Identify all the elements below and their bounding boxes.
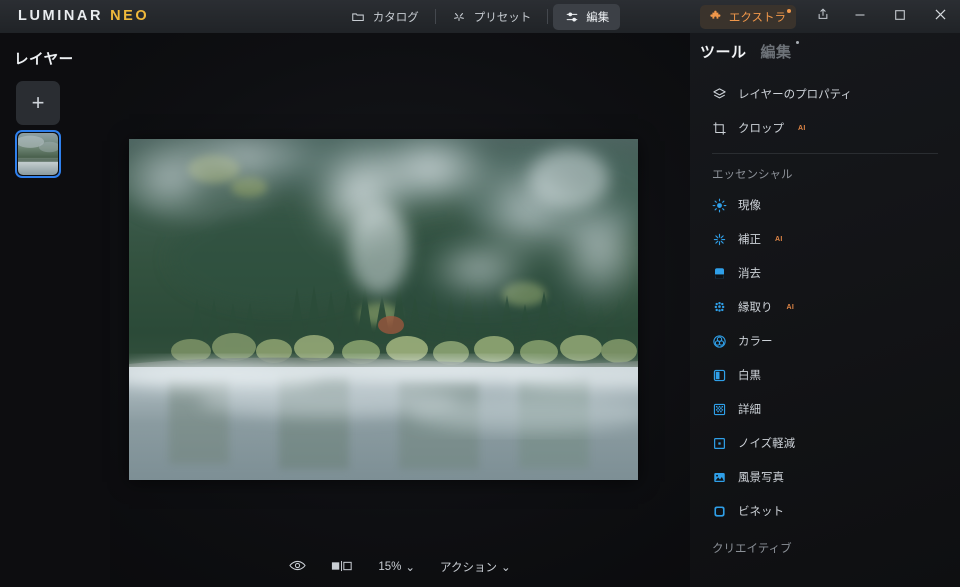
tool-enhance-ai-badge: AI <box>775 235 783 243</box>
extras-badge-dot <box>787 8 791 13</box>
tool-crop-label: クロップ <box>738 123 784 135</box>
sliders-icon <box>564 9 579 24</box>
preview-toggle-button[interactable] <box>289 559 307 575</box>
tool-crop[interactable]: クロップ AI <box>690 111 960 145</box>
nav-divider-2 <box>547 9 549 24</box>
tool-vignette[interactable]: ビネット <box>690 494 960 528</box>
dots-grid-icon <box>712 300 727 315</box>
tool-edge-framing[interactable]: 縁取り AI <box>690 290 960 324</box>
share-button[interactable] <box>806 0 840 33</box>
enhance-sparkle-icon <box>712 232 727 247</box>
layers-panel-title: レイヤー <box>14 52 74 68</box>
compare-view-button[interactable] <box>331 560 353 575</box>
tool-edge-framing-label: 縁取り <box>738 302 773 314</box>
zoom-level-value: 15% <box>378 561 402 573</box>
tools-divider <box>712 153 938 154</box>
details-grid-icon <box>712 402 727 417</box>
compare-icon <box>331 560 353 575</box>
window-right-cluster: エクストラ <box>699 0 960 33</box>
tool-details-label: 詳細 <box>738 404 761 416</box>
nav-tab-preset[interactable]: プリセット <box>441 4 543 30</box>
tool-vignette-label: ビネット <box>738 506 784 518</box>
tools-panel: ツール 編集 レイヤーのプロパティ クロップ AI エッセンシャル 現像 補正 … <box>690 33 960 587</box>
nav-divider-1 <box>434 9 436 24</box>
tool-landscape[interactable]: 風景写真 <box>690 460 960 494</box>
canvas-bottom-bar: 15% ⌄ アクション ⌄ <box>110 547 690 587</box>
tools-list: レイヤーのプロパティ クロップ AI エッセンシャル 現像 補正 AI 消去 縁… <box>690 77 960 562</box>
photo-image <box>129 139 638 480</box>
tool-details[interactable]: 詳細 <box>690 392 960 426</box>
tool-color-label: カラー <box>738 336 773 348</box>
canvas-area: 15% ⌄ アクション ⌄ <box>110 33 690 587</box>
title-bar: LUMINAR NEO カタログ プリセット 編集 エクストラ <box>0 0 960 33</box>
layer-thumbnail-1[interactable] <box>15 130 61 178</box>
tool-noise-reduction-label: ノイズ軽減 <box>738 438 796 450</box>
color-wheel-icon <box>712 334 727 349</box>
vignette-icon <box>712 504 727 519</box>
nav-tab-preset-label: プリセット <box>473 11 532 24</box>
layers-panel: レイヤー + <box>0 33 110 587</box>
layer-thumbnail-image <box>18 133 58 175</box>
noise-square-icon <box>712 436 727 451</box>
develop-sun-icon <box>712 198 727 213</box>
tool-layer-properties[interactable]: レイヤーのプロパティ <box>690 77 960 111</box>
eye-icon <box>289 559 307 575</box>
tool-black-white-label: 白黒 <box>738 370 761 382</box>
tab-tools-label: ツール <box>700 43 747 61</box>
maximize-button[interactable] <box>880 0 920 33</box>
puzzle-icon <box>708 9 723 24</box>
nav-tab-catalog[interactable]: カタログ <box>340 4 430 30</box>
nav-tab-edit-label: 編集 <box>586 11 610 24</box>
tab-edits[interactable]: 編集 <box>760 40 799 62</box>
actions-dropdown[interactable]: アクション ⌄ <box>440 559 511 575</box>
section-label-essentials: エッセンシャル <box>712 169 793 181</box>
tool-crop-ai-badge: AI <box>798 124 806 132</box>
extras-button[interactable]: エクストラ <box>699 4 796 29</box>
tab-tools[interactable]: ツール <box>700 41 747 62</box>
tab-edits-badge-dot <box>795 40 799 44</box>
share-icon <box>816 7 830 26</box>
luminar-neo-window: LUMINAR NEO カタログ プリセット 編集 エクストラ レイヤー + 1… <box>0 0 960 587</box>
tool-edge-framing-ai-badge: AI <box>786 303 795 311</box>
close-button[interactable] <box>920 0 960 33</box>
crop-icon <box>712 121 727 136</box>
add-layer-button[interactable]: + <box>16 81 60 125</box>
nav-tab-catalog-label: カタログ <box>372 11 419 24</box>
tool-layer-properties-label: レイヤーのプロパティ <box>738 89 852 101</box>
plus-icon: + <box>31 90 45 115</box>
tab-edits-label: 編集 <box>760 43 792 61</box>
extras-label: エクストラ <box>728 11 786 24</box>
nav-tab-edit[interactable]: 編集 <box>553 3 621 30</box>
maximize-icon <box>894 8 906 26</box>
tool-color[interactable]: カラー <box>690 324 960 358</box>
tool-landscape-label: 風景写真 <box>738 472 784 484</box>
tool-black-white[interactable]: 白黒 <box>690 358 960 392</box>
tool-enhance-label: 補正 <box>738 234 761 246</box>
minimize-button[interactable] <box>840 0 880 33</box>
close-icon <box>934 8 947 26</box>
section-label-creative: クリエイティブ <box>712 543 792 555</box>
zoom-level-dropdown[interactable]: 15% ⌄ <box>378 560 415 574</box>
tool-develop[interactable]: 現像 <box>690 188 960 222</box>
tool-enhance[interactable]: 補正 AI <box>690 222 960 256</box>
layers-icon <box>712 87 727 102</box>
chevron-down-icon: ⌄ <box>405 562 416 574</box>
actions-label: アクション <box>440 562 497 574</box>
tool-erase-label: 消去 <box>738 268 761 280</box>
photo-preview[interactable] <box>129 139 638 480</box>
black-white-icon <box>712 368 727 383</box>
tool-develop-label: 現像 <box>738 200 761 212</box>
tool-noise-reduction[interactable]: ノイズ軽減 <box>690 426 960 460</box>
tools-panel-tabs: ツール 編集 <box>690 33 960 69</box>
sparkle-icon <box>452 9 467 24</box>
landscape-icon <box>712 470 727 485</box>
folder-icon <box>351 9 366 24</box>
tool-erase[interactable]: 消去 <box>690 256 960 290</box>
erase-icon <box>712 266 727 281</box>
minimize-icon <box>854 8 866 26</box>
chevron-down-icon: ⌄ <box>500 562 511 574</box>
